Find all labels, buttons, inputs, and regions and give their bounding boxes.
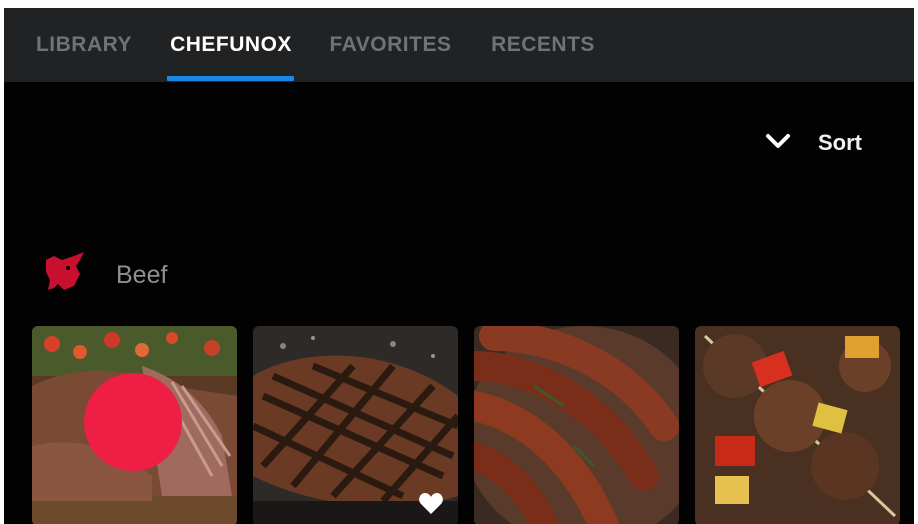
tab-recents[interactable]: RECENTS <box>478 8 608 82</box>
beef-skewers-photo <box>695 326 900 524</box>
sort-button[interactable]: Sort <box>764 126 862 160</box>
recipe-card-4[interactable] <box>695 326 900 524</box>
recipe-card-3[interactable] <box>474 326 679 524</box>
tab-library[interactable]: LIBRARY <box>24 8 144 82</box>
app-screen: LIBRARY CHEFUNOX FAVORITES RECENTS Sort … <box>4 8 914 524</box>
tab-chefunox[interactable]: CHEFUNOX <box>164 8 298 82</box>
sort-label: Sort <box>818 130 862 155</box>
section-header-beef: Beef <box>40 251 167 299</box>
active-tab-indicator <box>167 76 294 81</box>
add-recipe-button[interactable] <box>84 373 182 471</box>
heart-icon[interactable] <box>418 492 444 516</box>
section-title: Beef <box>116 260 168 289</box>
chevron-down-icon <box>764 131 792 156</box>
tab-favorites[interactable]: FAVORITES <box>318 8 463 82</box>
tab-bar: LIBRARY CHEFUNOX FAVORITES RECENTS <box>4 8 914 82</box>
sausages-photo <box>474 326 679 524</box>
cow-head-icon <box>40 250 86 301</box>
